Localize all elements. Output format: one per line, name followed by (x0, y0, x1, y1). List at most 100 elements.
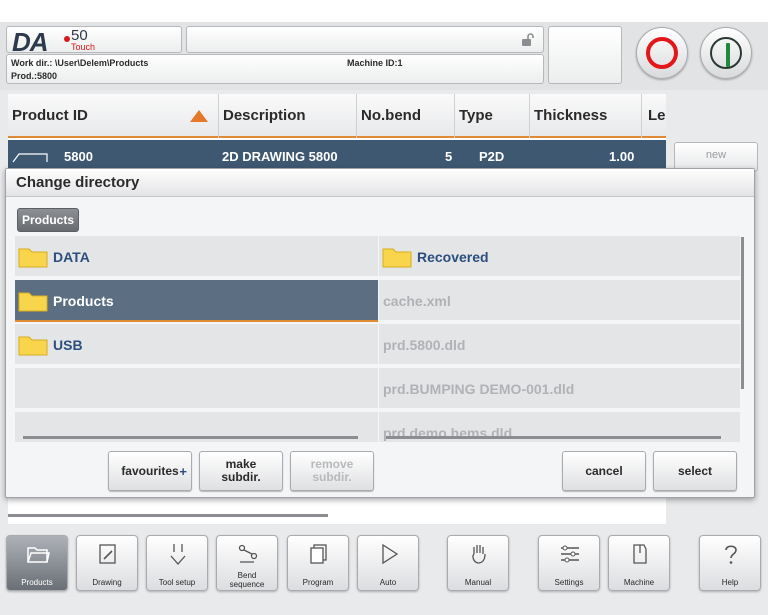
dir-item-data[interactable]: DATA (15, 236, 378, 278)
content-item-file: prd.BUMPING DEMO-001.dld (379, 368, 740, 410)
nav-help-label: Help (721, 578, 739, 587)
pencil-icon (99, 544, 116, 564)
nav-tool-setup-label: Tool setup (158, 578, 196, 587)
make-subdir-label-2: subdir. (221, 470, 261, 484)
dir-item-products[interactable]: Products (15, 280, 378, 322)
nav-drawing-label: Drawing (92, 578, 122, 587)
nav-manual[interactable]: Manual (447, 535, 509, 591)
bend-sequence-icon (238, 544, 258, 563)
col-length[interactable]: Le (642, 94, 666, 138)
machine-icon (633, 544, 647, 564)
stop-button[interactable] (636, 27, 688, 79)
content-item-label: Recovered (417, 249, 489, 265)
col-type[interactable]: Type (455, 94, 530, 138)
col-thickness[interactable]: Thickness (530, 94, 642, 138)
start-button[interactable] (700, 27, 752, 79)
nav-machine[interactable]: Machine (608, 535, 670, 591)
logo-dot (64, 36, 70, 42)
remove-subdir-label-2: subdir. (312, 470, 352, 484)
table-header: Product ID Description No.bend Type Thic… (8, 94, 666, 138)
plus-icon: + (179, 464, 187, 479)
content-item-file: cache.xml (379, 280, 740, 322)
content-item-recovered[interactable]: Recovered (379, 236, 740, 278)
content-list: Recovered cache.xml prd.5800.dld prd.BUM… (379, 236, 740, 442)
table-scrollbar[interactable] (8, 514, 328, 517)
bend-label-2: sequence (229, 580, 265, 589)
favourites-button[interactable]: favourites + (108, 451, 192, 491)
play-icon (382, 543, 399, 565)
col-product-id[interactable]: Product ID (8, 94, 219, 138)
nav-tool-setup[interactable]: Tool setup (146, 535, 208, 591)
dir-item-label: USB (53, 337, 83, 353)
dir-item-label: Products (53, 293, 114, 309)
content-vertical-scrollbar[interactable] (741, 237, 744, 389)
content-horizontal-scrollbar[interactable] (386, 436, 721, 439)
tool-icon (170, 544, 186, 565)
lock-panel[interactable] (186, 26, 544, 53)
settings-icon (561, 545, 579, 563)
row-thickness: 1.00 (609, 149, 635, 164)
program-icon (310, 544, 327, 564)
logo-touch: Touch (71, 42, 96, 52)
row-type: P2D (479, 149, 505, 164)
top-bar (0, 0, 768, 22)
nav-auto[interactable]: Auto (357, 535, 419, 591)
row-product-id: 5800 (64, 149, 93, 164)
content-item-label: cache.xml (383, 293, 451, 309)
dir-item-label: DATA (53, 249, 90, 265)
row-nobend: 5 (445, 149, 453, 164)
machine-id-text: Machine ID:1 (347, 58, 403, 68)
nav-bend-sequence-label: Bend sequence (217, 571, 277, 589)
start-icon (710, 37, 742, 69)
dir-item-empty (15, 368, 378, 410)
nav-products[interactable]: Products (6, 535, 68, 591)
nav-drawing[interactable]: Drawing (76, 535, 138, 591)
folder-open-icon (27, 547, 50, 563)
folder-icon (18, 336, 48, 356)
nav-machine-label: Machine (623, 578, 655, 587)
stop-icon (646, 37, 678, 69)
directory-list: DATA Products USB (15, 236, 378, 442)
cancel-button[interactable]: cancel (562, 451, 646, 491)
nav-help[interactable]: Help (699, 535, 761, 591)
nav-settings-label: Settings (554, 578, 584, 587)
sort-up-icon (190, 110, 208, 122)
row-description: 2D DRAWING 5800 (222, 149, 338, 164)
folder-icon (18, 292, 48, 312)
work-dir-text: Work dir.: \User\Delem\Products (11, 58, 149, 68)
folder-icon (382, 248, 412, 268)
content-item-label: prd.BUMPING DEMO-001.dld (383, 381, 575, 397)
hand-icon (472, 545, 486, 564)
content-item-label: prd.5800.dld (383, 337, 466, 353)
dialog-title: Change directory (6, 169, 754, 197)
status-panel (548, 26, 622, 84)
col-description[interactable]: Description (219, 94, 357, 138)
bottom-toolbar: Products Drawing Tool setup Bend sequence… (0, 528, 768, 615)
table-row[interactable]: 5800 2D DRAWING 5800 5 P2D 1.00 (8, 140, 666, 168)
nav-program[interactable]: Program (287, 535, 349, 591)
change-directory-dialog: Change directory Products DATA Products … (5, 168, 755, 498)
select-button[interactable]: select (653, 451, 737, 491)
nav-settings[interactable]: Settings (538, 535, 600, 591)
product-thumbnail-icon (12, 153, 48, 163)
info-panel: Work dir.: \User\Delem\Products Prod.:58… (6, 54, 544, 84)
folder-icon (18, 248, 48, 268)
product-text: Prod.:5800 (11, 71, 58, 81)
help-icon (725, 545, 737, 564)
header: DA 50 Touch Work dir.: \User\Delem\Produ… (0, 22, 768, 90)
unlock-icon[interactable] (521, 33, 535, 47)
breadcrumb-products[interactable]: Products (17, 208, 80, 232)
directory-horizontal-scrollbar[interactable] (23, 436, 358, 439)
dir-item-usb[interactable]: USB (15, 324, 378, 366)
col-nobend[interactable]: No.bend (357, 94, 455, 138)
content-item-file: prd.5800.dld (379, 324, 740, 366)
nav-products-label: Products (21, 578, 53, 587)
remove-subdir-button: remove subdir. (290, 451, 374, 491)
nav-auto-label: Auto (379, 578, 397, 587)
nav-program-label: Program (302, 578, 334, 587)
nav-bend-sequence[interactable]: Bend sequence (216, 535, 278, 591)
nav-manual-label: Manual (464, 578, 492, 587)
logo: DA 50 Touch (6, 26, 182, 57)
make-subdir-button[interactable]: make subdir. (199, 451, 283, 491)
favourites-label: favourites (121, 464, 179, 478)
